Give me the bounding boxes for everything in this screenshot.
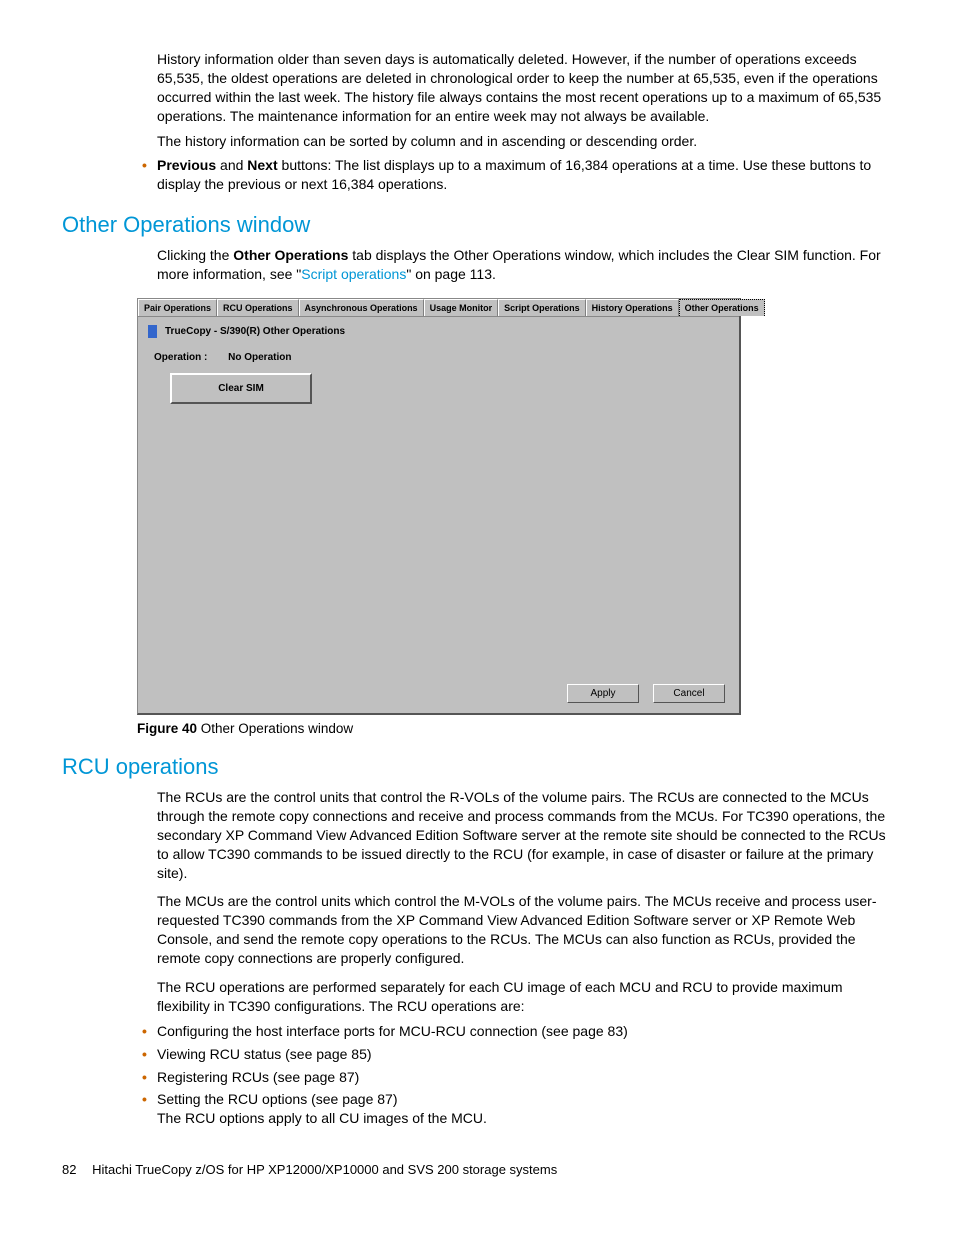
tab-script-operations[interactable]: Script Operations bbox=[498, 299, 586, 316]
script-operations-link[interactable]: Script operations bbox=[301, 266, 406, 282]
page-number: 82 bbox=[62, 1162, 76, 1177]
rcu-para-2: The MCUs are the control units which con… bbox=[157, 892, 892, 968]
tab-pair-operations[interactable]: Pair Operations bbox=[138, 299, 217, 316]
apply-button[interactable]: Apply bbox=[567, 684, 639, 703]
clear-sim-button[interactable]: Clear SIM bbox=[170, 373, 312, 404]
bullet-icon: • bbox=[142, 1090, 157, 1128]
window-tabs: Pair Operations RCU Operations Asynchron… bbox=[138, 299, 739, 317]
next-label: Next bbox=[247, 157, 277, 173]
bullet-icon: • bbox=[142, 156, 157, 194]
rcu-operations-heading: RCU operations bbox=[62, 754, 892, 780]
cancel-button[interactable]: Cancel bbox=[653, 684, 725, 703]
figure-caption: Figure 40 Other Operations window bbox=[137, 721, 892, 736]
other-operations-heading: Other Operations window bbox=[62, 212, 892, 238]
previous-label: Previous bbox=[157, 157, 216, 173]
page-footer: 82 Hitachi TrueCopy z/OS for HP XP12000/… bbox=[62, 1162, 892, 1177]
tab-usage-monitor[interactable]: Usage Monitor bbox=[424, 299, 499, 316]
rcu-bullet-3: • Registering RCUs (see page 87) bbox=[142, 1068, 892, 1087]
rcu-para-1: The RCUs are the control units that cont… bbox=[157, 788, 892, 882]
tab-other-operations[interactable]: Other Operations bbox=[679, 299, 765, 316]
other-ops-intro: Clicking the Other Operations tab displa… bbox=[157, 246, 892, 284]
title-marker-icon bbox=[148, 325, 157, 338]
rcu-bullet-2: • Viewing RCU status (see page 85) bbox=[142, 1045, 892, 1064]
prev-next-bullet: • Previous and Next buttons: The list di… bbox=[142, 156, 892, 194]
window-title: TrueCopy - S/390(R) Other Operations bbox=[165, 326, 345, 337]
tab-async-operations[interactable]: Asynchronous Operations bbox=[299, 299, 424, 316]
rcu-bullet-1: • Configuring the host interface ports f… bbox=[142, 1022, 892, 1041]
history-para-1: History information older than seven day… bbox=[157, 50, 892, 126]
rcu-para-3: The RCU operations are performed separat… bbox=[157, 978, 892, 1016]
tab-history-operations[interactable]: History Operations bbox=[586, 299, 679, 316]
operation-value: No Operation bbox=[228, 352, 291, 363]
operation-label: Operation : bbox=[154, 352, 207, 363]
bullet-icon: • bbox=[142, 1068, 157, 1087]
bullet-icon: • bbox=[142, 1045, 157, 1064]
other-operations-window: Pair Operations RCU Operations Asynchron… bbox=[137, 298, 741, 715]
rcu-bullet-4: • Setting the RCU options (see page 87) … bbox=[142, 1090, 892, 1128]
tab-rcu-operations[interactable]: RCU Operations bbox=[217, 299, 299, 316]
history-para-2: The history information can be sorted by… bbox=[157, 132, 892, 151]
bullet-icon: • bbox=[142, 1022, 157, 1041]
footer-title: Hitachi TrueCopy z/OS for HP XP12000/XP1… bbox=[92, 1162, 557, 1177]
